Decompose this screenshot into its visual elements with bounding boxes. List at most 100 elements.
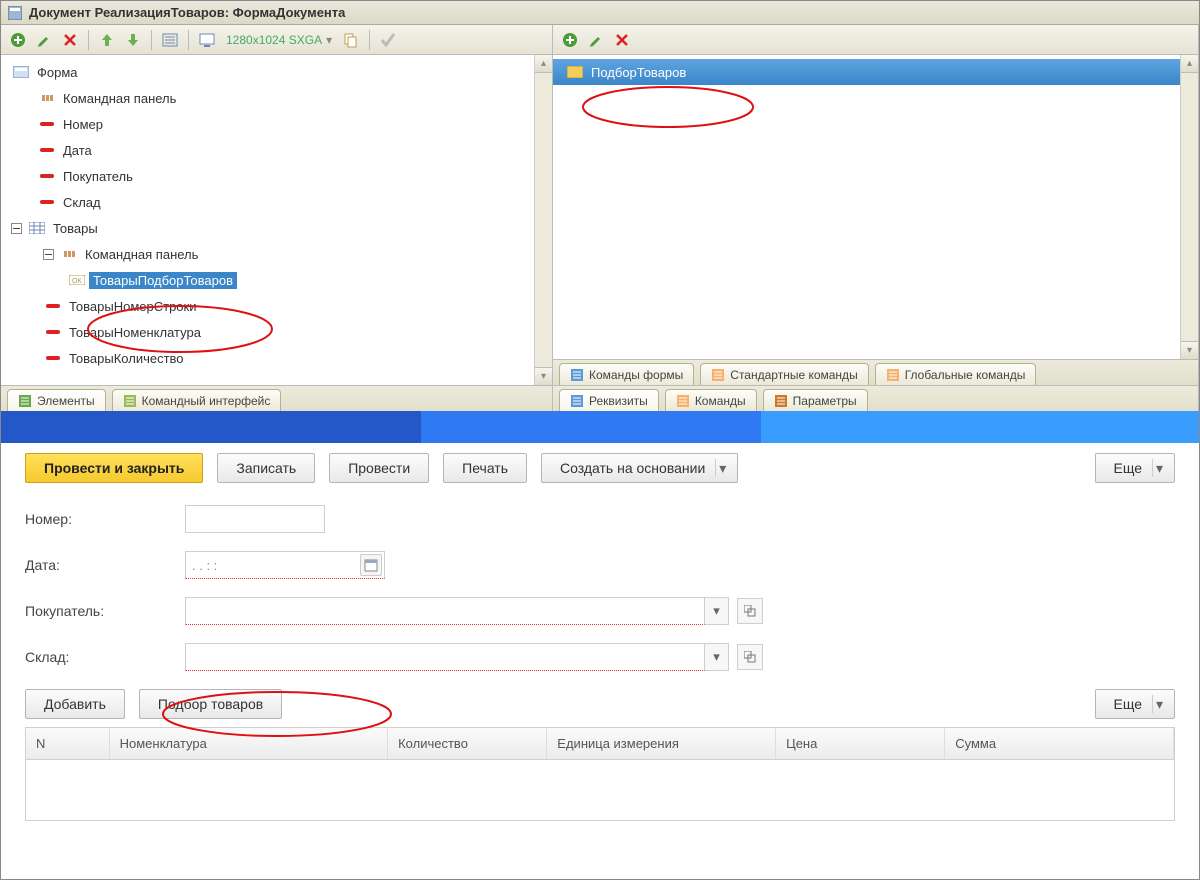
dropdown-icon[interactable]: ▾ bbox=[705, 643, 729, 671]
column-header[interactable]: Номенклатура bbox=[110, 728, 388, 759]
grid-header: NНоменклатураКоличествоЕдиница измерения… bbox=[26, 728, 1174, 760]
separator bbox=[88, 30, 89, 50]
column-header[interactable]: Цена bbox=[776, 728, 945, 759]
scroll-down-icon[interactable]: ▾ bbox=[535, 367, 552, 385]
tab[interactable]: Реквизиты bbox=[559, 389, 659, 411]
collapse-icon[interactable] bbox=[41, 247, 55, 261]
collapse-icon[interactable] bbox=[9, 221, 23, 235]
tree-label: Покупатель bbox=[59, 168, 137, 185]
tab-label: Команды формы bbox=[589, 368, 683, 382]
date-label: Дата: bbox=[25, 557, 185, 573]
date-field[interactable]: . . : : bbox=[185, 551, 385, 579]
calendar-icon[interactable] bbox=[360, 554, 382, 576]
move-down-icon[interactable] bbox=[122, 29, 144, 51]
tab[interactable]: Элементы bbox=[7, 389, 106, 411]
tab[interactable]: Параметры bbox=[763, 389, 868, 411]
column-header[interactable]: Единица измерения bbox=[547, 728, 776, 759]
tree-row[interactable]: ТоварыНоменклатура bbox=[1, 319, 552, 345]
tree-row[interactable]: ТоварыНомерСтроки bbox=[1, 293, 552, 319]
print-button[interactable]: Печать bbox=[443, 453, 527, 483]
tab-icon bbox=[18, 394, 32, 408]
blue-strip bbox=[1, 411, 1199, 443]
screen-icon[interactable] bbox=[196, 29, 218, 51]
tree-row[interactable]: Командная панель bbox=[1, 85, 552, 111]
pick-goods-button[interactable]: Подбор товаров bbox=[139, 689, 282, 719]
more-button[interactable]: Еще▾ bbox=[1095, 453, 1176, 483]
tree-row[interactable]: Покупатель bbox=[1, 163, 552, 189]
warehouse-field[interactable] bbox=[185, 643, 705, 671]
tree-row[interactable]: OK ТоварыПодборТоваров bbox=[1, 267, 552, 293]
approve-icon[interactable] bbox=[377, 29, 399, 51]
tree-row[interactable]: Командная панель bbox=[1, 241, 552, 267]
scroll-up-icon[interactable]: ▴ bbox=[1181, 55, 1198, 73]
tree-row[interactable]: Форма bbox=[1, 59, 552, 85]
tree-label: Склад bbox=[59, 194, 105, 211]
svg-text:OK: OK bbox=[72, 278, 82, 285]
grid-body[interactable] bbox=[26, 760, 1174, 820]
edit-icon[interactable] bbox=[33, 29, 55, 51]
edit-icon[interactable] bbox=[585, 29, 607, 51]
tree-label: ТоварыНомерСтроки bbox=[65, 298, 201, 315]
tab[interactable]: Командный интерфейс bbox=[112, 389, 282, 411]
scrollbar-v[interactable]: ▴ ▾ bbox=[534, 55, 552, 385]
delete-icon[interactable] bbox=[611, 29, 633, 51]
document-form: Провести и закрыть Записать Провести Печ… bbox=[1, 443, 1199, 831]
list-icon[interactable] bbox=[159, 29, 181, 51]
tab[interactable]: Стандартные команды bbox=[700, 363, 868, 385]
elements-tree[interactable]: ▴ ▾ ФормаКомандная панельНомерДатаПокупа… bbox=[1, 55, 552, 385]
resolution-label: 1280x1024 SXGA bbox=[226, 33, 322, 47]
add-icon[interactable] bbox=[559, 29, 581, 51]
tab[interactable]: Команды формы bbox=[559, 363, 694, 385]
delete-icon[interactable] bbox=[59, 29, 81, 51]
move-up-icon[interactable] bbox=[96, 29, 118, 51]
tree-label: Товары bbox=[49, 220, 102, 237]
tab-label: Стандартные команды bbox=[730, 368, 857, 382]
dropdown-icon[interactable]: ▾ bbox=[705, 597, 729, 625]
tree-row[interactable]: ПодборТоваров bbox=[553, 59, 1198, 85]
create-based-on-button[interactable]: Создать на основании▾ bbox=[541, 453, 738, 483]
right-tabs-top: Команды формы Стандартные команды Глобальн… bbox=[553, 359, 1198, 385]
tab[interactable]: Глобальные команды bbox=[875, 363, 1037, 385]
tree-node-icon bbox=[57, 251, 81, 257]
tree-row[interactable]: Номер bbox=[1, 111, 552, 137]
tree-row[interactable]: Товары bbox=[1, 215, 552, 241]
scroll-down-icon[interactable]: ▾ bbox=[1181, 341, 1198, 359]
right-tabs-bottom: Реквизиты Команды Параметры bbox=[553, 385, 1198, 411]
add-row-button[interactable]: Добавить bbox=[25, 689, 125, 719]
column-header[interactable]: Количество bbox=[388, 728, 547, 759]
open-icon[interactable] bbox=[737, 598, 763, 624]
scroll-up-icon[interactable]: ▴ bbox=[535, 55, 552, 73]
post-and-close-button[interactable]: Провести и закрыть bbox=[25, 453, 203, 483]
form-button-row: Провести и закрыть Записать Провести Печ… bbox=[25, 453, 1175, 483]
left-tabs: Элементы Командный интерфейс bbox=[1, 385, 552, 411]
tree-row[interactable]: ТоварыКоличество bbox=[1, 345, 552, 371]
right-panel: ▴ ▾ ПодборТоваров Команды формы Стандартн… bbox=[553, 25, 1199, 411]
tab-icon bbox=[774, 394, 788, 408]
tree-label: ТоварыПодборТоваров bbox=[89, 272, 237, 289]
tree-label: Номер bbox=[59, 116, 107, 133]
add-icon[interactable] bbox=[7, 29, 29, 51]
tree-label: Командная панель bbox=[81, 246, 202, 263]
commands-tree[interactable]: ▴ ▾ ПодборТоваров bbox=[553, 55, 1198, 359]
tree-label: ПодборТоваров bbox=[587, 64, 690, 81]
buyer-field[interactable] bbox=[185, 597, 705, 625]
scrollbar-v[interactable]: ▴ ▾ bbox=[1180, 55, 1198, 359]
resolution-select[interactable]: 1280x1024 SXGA▾ bbox=[222, 33, 336, 47]
save-button[interactable]: Записать bbox=[217, 453, 315, 483]
column-header[interactable]: Сумма bbox=[945, 728, 1174, 759]
goods-grid[interactable]: NНоменклатураКоличествоЕдиница измерения… bbox=[25, 727, 1175, 821]
button-label: Еще bbox=[1114, 460, 1143, 476]
tree-node-icon bbox=[35, 95, 59, 101]
open-icon[interactable] bbox=[737, 644, 763, 670]
copy-icon[interactable] bbox=[340, 29, 362, 51]
post-button[interactable]: Провести bbox=[329, 453, 429, 483]
tree-row[interactable]: Склад bbox=[1, 189, 552, 215]
table-more-button[interactable]: Еще▾ bbox=[1095, 689, 1176, 719]
tree-node-icon bbox=[35, 122, 59, 126]
tree-label: ТоварыНоменклатура bbox=[65, 324, 205, 341]
tab[interactable]: Команды bbox=[665, 389, 757, 411]
column-header[interactable]: N bbox=[26, 728, 110, 759]
number-field[interactable] bbox=[185, 505, 325, 533]
tab-icon bbox=[570, 368, 584, 382]
tree-row[interactable]: Дата bbox=[1, 137, 552, 163]
